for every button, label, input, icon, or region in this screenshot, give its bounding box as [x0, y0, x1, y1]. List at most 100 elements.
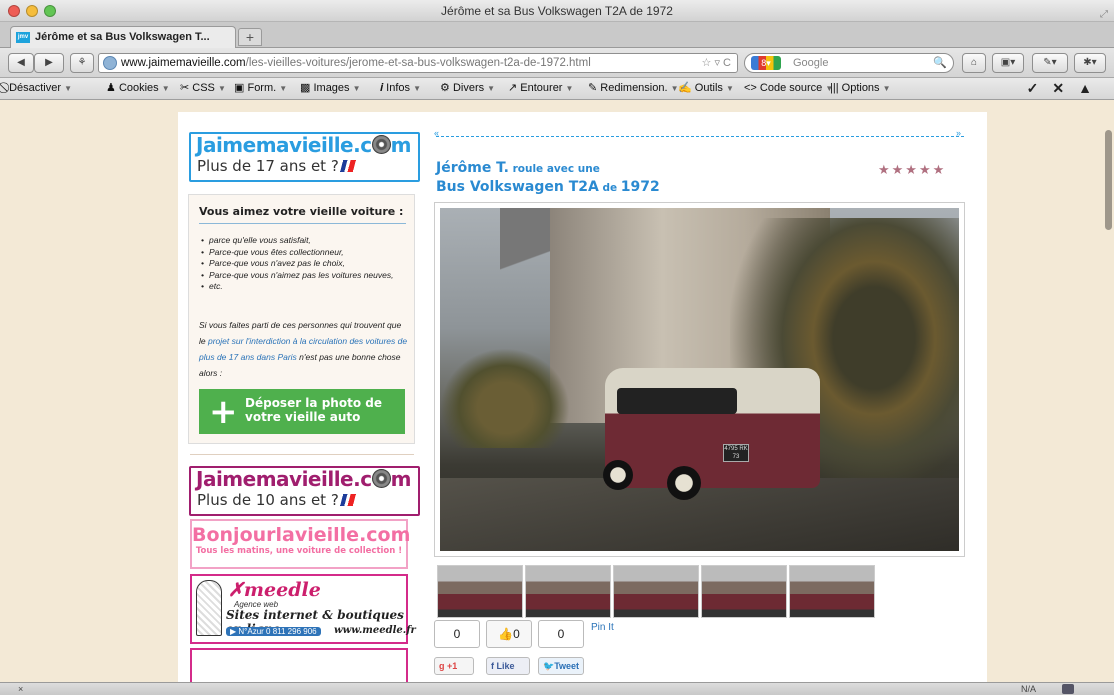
- upload-photo-label: Déposer la photo de votre vieille auto: [245, 396, 382, 424]
- meedle-logo: ✗meedle: [228, 579, 321, 601]
- owner-name: Jérôme T.: [436, 160, 509, 176]
- image-icon: ▩: [300, 82, 311, 94]
- dev-images[interactable]: ▩ Images ▼: [300, 78, 361, 99]
- social-share-bar: 0 👍0 0 Pin It g +1 f Like 🐦Tweet: [434, 620, 694, 680]
- like-count: 👍0: [486, 620, 532, 648]
- star-rating[interactable]: ★★★★★: [878, 162, 946, 178]
- promo-title: Vous aimez votre vieille voiture :: [199, 205, 406, 224]
- reload-icon[interactable]: C: [723, 57, 731, 69]
- thumbnail[interactable]: [525, 565, 611, 618]
- forward-icon: ▶: [45, 57, 53, 68]
- form-icon: ▣: [234, 82, 245, 94]
- outline-icon: ↗: [508, 82, 518, 94]
- back-button[interactable]: ◀: [8, 53, 34, 73]
- tab-active[interactable]: jmv Jérôme et sa Bus Volkswagen T...: [10, 26, 236, 48]
- gplus-icon: g: [439, 661, 445, 671]
- addon-icon[interactable]: [1062, 684, 1074, 694]
- dev-forms[interactable]: ▣ Form. ▼: [234, 78, 287, 99]
- dev-outline[interactable]: ↗ Entourer ▼: [508, 78, 573, 99]
- thumbnail[interactable]: [437, 565, 523, 618]
- french-flag-icon: [338, 160, 357, 172]
- tweet-button[interactable]: 🐦Tweet: [538, 657, 584, 675]
- globe-icon: [103, 56, 117, 70]
- back-icon: ◀: [17, 57, 25, 68]
- screenshot-button[interactable]: ▣▾: [992, 53, 1024, 73]
- css-icon: ✂: [180, 82, 190, 94]
- divider: [190, 454, 414, 455]
- gplus-button[interactable]: g +1: [434, 657, 474, 675]
- address-bar[interactable]: www.jaimemavieille.com/les-vieilles-voit…: [98, 53, 738, 73]
- cookie-icon: ♟: [106, 82, 116, 94]
- search-icon[interactable]: 🔍: [933, 54, 947, 72]
- dev-view-source[interactable]: <> Code source ▼: [744, 78, 833, 99]
- web-page-viewport: Jaimemavieille.c m Plus de 17 ans et ? Vo…: [0, 100, 1114, 682]
- tab-label: Jérôme et sa Bus Volkswagen T...: [35, 31, 210, 43]
- scroll-thumb[interactable]: [1105, 130, 1112, 230]
- car-year: 1972: [620, 179, 660, 195]
- dev-options[interactable]: ||| Options ▼: [830, 78, 891, 99]
- dev-misc[interactable]: ⚙ Divers ▼: [440, 78, 495, 99]
- extension-button[interactable]: ✱▾: [1074, 53, 1106, 73]
- plus-icon: +: [209, 392, 238, 432]
- home-button[interactable]: ⌂: [962, 53, 986, 73]
- zoom-window-button[interactable]: [44, 5, 56, 17]
- list-item: Parce-que vous n'avez pas le choix,: [199, 258, 406, 270]
- main-photo[interactable]: 4795 RK 73: [434, 202, 965, 557]
- browser-window: Jérôme et sa Bus Volkswagen T2A de 1972 …: [0, 0, 1114, 695]
- vertical-scrollbar[interactable]: [1102, 100, 1114, 682]
- web-developer-toolbar: ⃠ Désactiver ▼ ♟ Cookies ▼ ✂ CSS ▼ ▣ For…: [0, 78, 1114, 100]
- car-model: Bus Volkswagen T2A: [436, 179, 599, 195]
- article-heading: Jérôme T. roule avec une Bus Volkswagen …: [436, 160, 660, 195]
- thumbs-up-icon: 👍: [498, 627, 514, 641]
- dev-infos[interactable]: 𝒊 Infos ▼: [380, 78, 421, 99]
- bookmark-star-icon[interactable]: ☆ ▿ C: [702, 54, 731, 72]
- misc-icon: ⚙: [440, 82, 450, 94]
- home-icon: ⌂: [970, 57, 978, 68]
- next-arrow[interactable]: »: [956, 128, 961, 138]
- google-icon[interactable]: 8▾: [751, 56, 781, 70]
- validation-icons[interactable]: ✓✕▲: [1027, 78, 1106, 99]
- list-item: Parce-que vous êtes collectionneur,: [199, 247, 406, 259]
- status-text: N/A: [1020, 684, 1036, 694]
- dev-cookies[interactable]: ♟ Cookies ▼: [106, 78, 170, 99]
- pen-tool-button[interactable]: ✎▾: [1032, 53, 1068, 73]
- upload-photo-button[interactable]: + Déposer la photo de votre vieille auto: [199, 389, 405, 434]
- dev-tools[interactable]: ✍ Outils ▼: [678, 78, 734, 99]
- minimize-window-button[interactable]: [26, 5, 38, 17]
- facebook-like-button[interactable]: f Like: [486, 657, 530, 675]
- tshirt-ad-banner[interactable]: [190, 648, 408, 682]
- pin-it-link[interactable]: Pin It: [591, 622, 614, 633]
- extension-icon: ✱▾: [1083, 57, 1097, 68]
- thumbnail[interactable]: [613, 565, 699, 618]
- close-window-button[interactable]: [8, 5, 20, 17]
- close-addon-bar-icon[interactable]: ×: [18, 683, 23, 695]
- cd-icon: [371, 469, 391, 488]
- french-flag-icon: [338, 494, 357, 506]
- dev-css[interactable]: ✂ CSS ▼: [180, 78, 226, 99]
- options-icon: |||: [830, 82, 839, 94]
- twitter-icon: 🐦: [543, 661, 555, 671]
- bonjourlavieille-banner[interactable]: Bonjourlavieille.com Tous les matins, un…: [190, 519, 410, 569]
- search-input[interactable]: 8▾ Google 🔍: [744, 53, 954, 73]
- dev-resize[interactable]: ✎ Redimension. ▼: [588, 78, 679, 99]
- favicon-icon: jmv: [16, 32, 30, 43]
- url-path: /les-vieilles-voitures/jerome-et-sa-bus-…: [245, 57, 591, 69]
- identity-button[interactable]: ⚘: [70, 53, 94, 73]
- jaimemavieille-10-logo[interactable]: Jaimemavieille.c m Plus de 10 ans et ?: [189, 466, 420, 516]
- person-illustration-icon: [196, 580, 222, 636]
- search-engine-label: Google: [793, 57, 829, 69]
- status-bar: × N/A: [0, 682, 1114, 695]
- code-icon: <>: [744, 82, 757, 94]
- new-tab-button[interactable]: +: [238, 28, 262, 46]
- page-container: Jaimemavieille.c m Plus de 17 ans et ? Vo…: [178, 112, 987, 682]
- tweet-count: 0: [538, 620, 584, 648]
- dev-disable[interactable]: ⃠ Désactiver ▼: [6, 78, 72, 99]
- cd-icon: [371, 135, 391, 154]
- tab-bar: jmv Jérôme et sa Bus Volkswagen T... +: [0, 22, 1114, 48]
- forward-button[interactable]: ▶: [34, 53, 64, 73]
- title-bar: Jérôme et sa Bus Volkswagen T2A de 1972 …: [0, 0, 1114, 22]
- jaimemavieille-17-logo[interactable]: Jaimemavieille.c m Plus de 17 ans et ?: [189, 132, 420, 182]
- meedle-ad-banner[interactable]: ✗meedle Agence web Sites internet & bout…: [190, 574, 416, 644]
- thumbnail[interactable]: [701, 565, 787, 618]
- thumbnail[interactable]: [789, 565, 875, 618]
